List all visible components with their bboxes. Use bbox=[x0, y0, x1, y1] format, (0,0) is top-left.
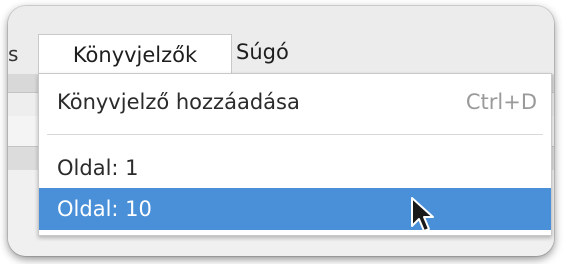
menubar-left-edge: s bbox=[8, 42, 19, 66]
window-frame: s Könyvjelzők Súgó ⊕ Könyvjelző hozzáadá… bbox=[8, 6, 554, 256]
menu-item-page-10[interactable]: Oldal: 10 bbox=[39, 188, 551, 230]
menu-item-label: Oldal: 10 bbox=[57, 197, 152, 221]
menu-item-label: Könyvjelző hozzáadása bbox=[57, 90, 300, 114]
bookmarks-dropdown: Könyvjelző hozzáadása Ctrl+D Oldal: 1 Ol… bbox=[38, 73, 552, 236]
menu-item-label: Oldal: 1 bbox=[57, 156, 139, 180]
menu-item-page-1[interactable]: Oldal: 1 bbox=[39, 148, 551, 188]
menu-separator bbox=[47, 134, 543, 135]
menu-item-shortcut: Ctrl+D bbox=[465, 90, 537, 114]
mouse-pointer-icon bbox=[411, 197, 434, 232]
menu-item-add-bookmark[interactable]: Könyvjelző hozzáadása Ctrl+D bbox=[39, 82, 551, 122]
menubar: s Könyvjelzők Súgó bbox=[8, 6, 554, 74]
menu-bookmarks[interactable]: Könyvjelzők bbox=[38, 34, 232, 74]
menu-help[interactable]: Súgó bbox=[236, 32, 326, 72]
